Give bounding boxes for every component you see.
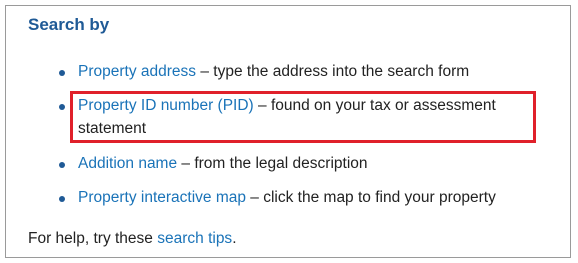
list-item-addition-name: Addition name – from the legal descripti…: [78, 152, 368, 175]
interactive-map-description: – click the map to find your property: [246, 189, 496, 206]
search-by-heading: Search by: [28, 15, 110, 34]
search-tips-link[interactable]: search tips: [157, 230, 232, 247]
list-item-interactive-map: Property interactive map – click the map…: [78, 186, 496, 209]
help-text-suffix: .: [232, 230, 237, 247]
interactive-map-link[interactable]: Property interactive map: [78, 189, 246, 206]
help-text-prefix: For help, try these: [28, 230, 158, 247]
bullet-icon: [59, 196, 65, 202]
bullet-icon: [59, 104, 65, 110]
property-address-description: – type the address into the search form: [196, 63, 470, 80]
addition-name-link[interactable]: Addition name: [78, 155, 177, 172]
bullet-icon: [59, 70, 65, 76]
property-address-link[interactable]: Property address: [78, 63, 196, 80]
help-text: For help, try these search tips.: [28, 229, 237, 249]
bullet-icon: [59, 162, 65, 168]
list-item-property-address: Property address – type the address into…: [78, 60, 469, 83]
addition-name-description: – from the legal description: [177, 155, 368, 172]
highlight-box: [70, 91, 536, 143]
